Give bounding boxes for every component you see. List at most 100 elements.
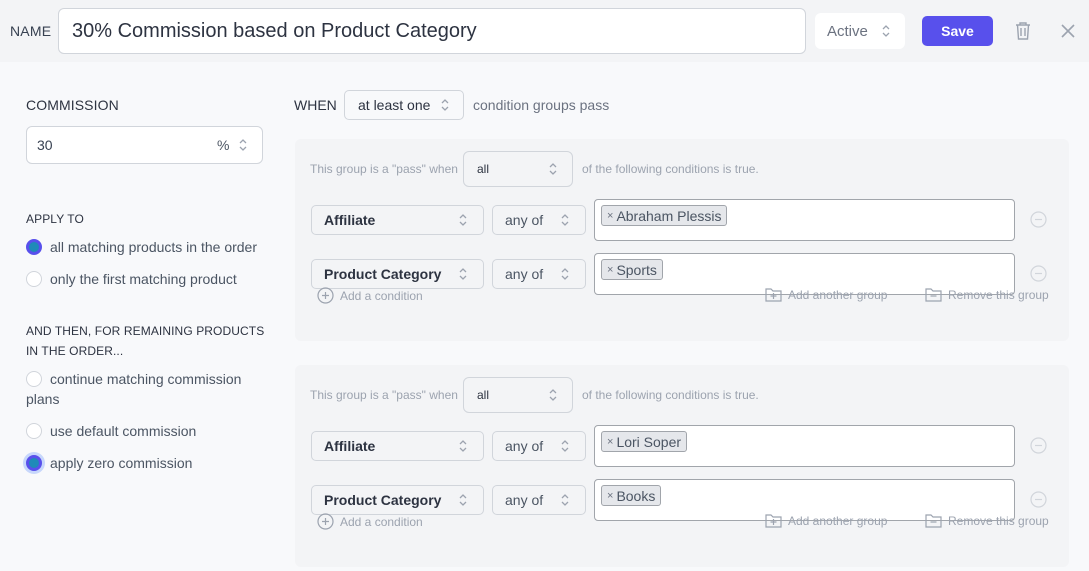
group-pass-tail: of the following conditions is true. [582,388,759,402]
condition-field-select[interactable]: Affiliate [311,205,484,235]
add-group-label: Add another group [788,513,888,528]
operator-value: any of [505,266,544,282]
status-select[interactable]: Active [815,13,905,49]
condition-field-select[interactable]: Affiliate [311,431,484,461]
apply-to-label: APPLY TO [26,212,84,226]
chevron-updown-icon [560,212,570,228]
group-pass-select[interactable]: all [463,377,573,413]
group-pass-text: This group is a "pass" when [310,388,458,402]
name-label: NAME [10,23,52,39]
percent-unit: % [217,137,230,153]
group-pass-select[interactable]: all [463,151,573,187]
add-condition-label: Add a condition [340,288,423,303]
remove-group-label: Remove this group [948,513,1049,528]
plan-name-value: 30% Commission based on Product Category [72,19,477,42]
tag-remove-icon[interactable]: × [607,436,613,448]
group-pass-text: This group is a "pass" when [310,162,458,176]
condition-value-input[interactable]: × Abraham Plessis [594,199,1015,241]
radio-all-matching[interactable]: all matching products in the order [26,237,257,257]
commission-label: COMMISSION [26,97,119,113]
operator-value: any of [505,438,544,454]
remove-condition-icon[interactable] [1030,265,1047,282]
field-value: Product Category [324,266,442,282]
radio-selected-icon[interactable] [26,455,42,471]
condition-group: This group is a "pass" when all of the f… [295,365,1069,567]
folder-minus-icon [925,288,942,302]
plan-name-input[interactable]: 30% Commission based on Product Category [58,8,806,54]
plus-circle-icon [317,513,334,530]
chevron-updown-icon [548,161,558,177]
add-condition-button[interactable]: Add a condition [317,513,423,530]
radio-first-matching[interactable]: only the first matching product [26,269,237,289]
condition-operator-select[interactable]: any of [492,259,586,289]
add-group-label: Add another group [788,287,888,302]
condition-operator-select[interactable]: any of [492,205,586,235]
remaining-label-line2: IN THE ORDER... [26,344,124,358]
chevron-updown-icon [560,492,570,508]
value-tag: × Books [601,485,662,506]
field-value: Affiliate [324,212,376,228]
folder-plus-icon [765,288,782,302]
chevron-updown-icon [458,212,468,228]
field-value: Affiliate [324,438,376,454]
tag-label: Lori Soper [616,433,682,450]
tag-label: Abraham Plessis [616,207,722,224]
condition-field-select[interactable]: Product Category [311,259,484,289]
condition-row: Affiliate any of × Abraham Plessis [295,199,1069,241]
remove-group-button[interactable]: Remove this group [925,513,1049,528]
value-tag: × Lori Soper [601,431,688,452]
condition-operator-select[interactable]: any of [492,431,586,461]
value-tag: × Abraham Plessis [601,205,728,226]
tag-remove-icon[interactable]: × [607,264,613,276]
operator-value: any of [505,212,544,228]
field-value: Product Category [324,492,442,508]
tag-label: Sports [616,261,657,278]
add-condition-button[interactable]: Add a condition [317,287,423,304]
chevron-updown-icon [560,266,570,282]
save-button[interactable]: Save [922,16,993,46]
remove-condition-icon[interactable] [1030,491,1047,508]
chevron-updown-icon [458,492,468,508]
radio-label: apply zero commission [50,455,193,471]
commission-value: 30 [37,137,53,153]
remove-group-button[interactable]: Remove this group [925,287,1049,302]
status-value: Active [827,22,868,40]
close-icon[interactable] [1059,22,1077,40]
condition-row: Affiliate any of × Lori Soper [295,425,1069,467]
radio-zero-commission[interactable]: apply zero commission [26,453,192,473]
condition-value-input[interactable]: × Lori Soper [594,425,1015,467]
chevron-updown-icon [548,387,558,403]
radio-label: all matching products in the order [50,239,257,255]
plus-circle-icon [317,287,334,304]
remove-condition-icon[interactable] [1030,211,1047,228]
condition-operator-select[interactable]: any of [492,485,586,515]
radio-label: plans [26,391,60,407]
radio-empty-icon[interactable] [26,423,42,439]
when-tail-text: condition groups pass [473,97,610,113]
radio-default-commission[interactable]: use default commission [26,421,196,441]
when-select[interactable]: at least one [344,90,464,120]
condition-field-select[interactable]: Product Category [311,485,484,515]
radio-empty-icon[interactable] [26,271,42,287]
add-group-button[interactable]: Add another group [765,287,887,302]
tag-remove-icon[interactable]: × [607,210,613,222]
radio-label: continue matching commission [50,371,242,387]
chevron-updown-icon [881,23,891,39]
radio-empty-icon[interactable] [26,371,42,387]
tag-label: Books [616,487,656,504]
radio-selected-icon[interactable] [26,239,42,255]
commission-stepper-icon[interactable] [238,137,248,153]
group-pass-tail: of the following conditions is true. [582,162,759,176]
radio-label: use default commission [50,423,197,439]
folder-minus-icon [925,514,942,528]
when-label: WHEN [294,97,337,113]
radio-label: only the first matching product [50,271,237,287]
trash-icon[interactable] [1014,21,1032,41]
condition-group: This group is a "pass" when all of the f… [295,139,1069,341]
add-group-button[interactable]: Add another group [765,513,887,528]
chevron-updown-icon [560,438,570,454]
remove-condition-icon[interactable] [1030,437,1047,454]
group-pass-value: all [477,388,490,402]
tag-remove-icon[interactable]: × [607,490,613,502]
radio-continue-matching[interactable]: continue matching commission [26,369,241,389]
